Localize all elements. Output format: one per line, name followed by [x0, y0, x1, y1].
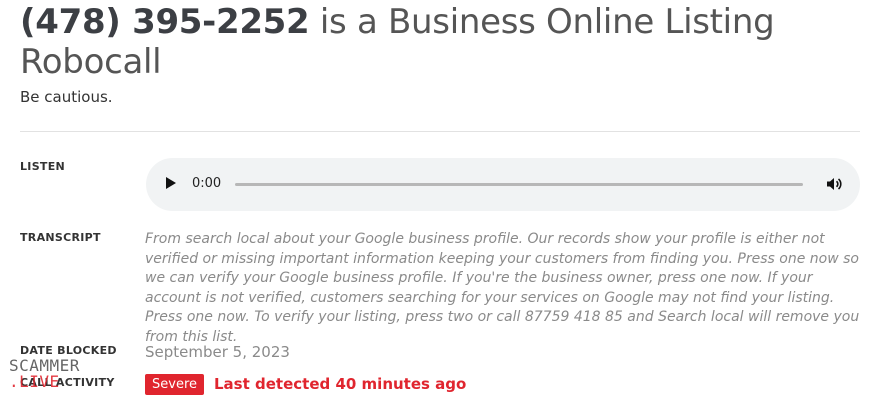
audio-time: 0:00 — [192, 176, 222, 191]
volume-icon[interactable] — [826, 176, 842, 192]
divider — [20, 131, 860, 132]
date-blocked-value: September 5, 2023 — [145, 343, 290, 361]
severity-badge: Severe — [145, 374, 204, 395]
last-detected-text: Last detected 40 minutes ago — [214, 375, 467, 393]
page-title: (478) 395-2252 is a Business Online List… — [20, 2, 850, 82]
watermark-logo: SCAMMER .LIVE — [9, 358, 80, 390]
transcript-label: TRANSCRIPT — [20, 231, 101, 244]
transcript-text: From search local about your Google busi… — [145, 231, 860, 345]
audio-player[interactable]: 0:00 — [146, 158, 860, 211]
page-subtitle: Be cautious. — [20, 88, 113, 106]
phone-number: (478) 395-2252 — [20, 2, 310, 42]
watermark-line2: .LIVE — [9, 372, 60, 391]
audio-progress-bar[interactable] — [235, 183, 803, 186]
listen-label: LISTEN — [20, 160, 66, 173]
play-icon[interactable] — [166, 177, 176, 189]
